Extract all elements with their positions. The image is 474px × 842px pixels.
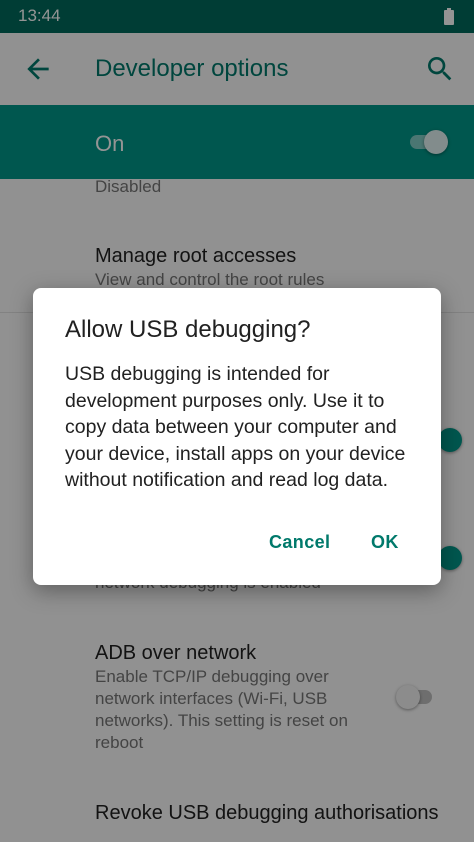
cancel-button[interactable]: Cancel	[269, 532, 330, 553]
usb-debugging-dialog: Allow USB debugging? USB debugging is in…	[33, 288, 441, 585]
ok-button[interactable]: OK	[371, 532, 399, 553]
dialog-title: Allow USB debugging?	[65, 316, 311, 343]
dialog-message: USB debugging is intended for developmen…	[65, 363, 406, 491]
